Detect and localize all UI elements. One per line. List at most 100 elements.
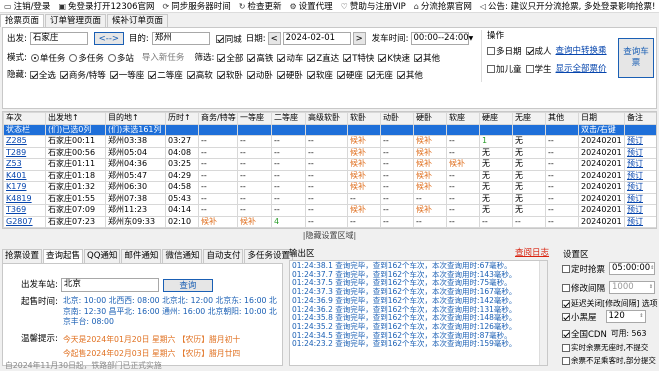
modify-interval-checkbox[interactable]: 修改间隔 [562, 282, 605, 294]
table-cell[interactable]: 预订 [624, 204, 656, 217]
blackroom-checkbox[interactable]: 小黑屋 [562, 311, 597, 323]
delay-close-checkbox[interactable]: 延迟关闭[修改间隔] 选项 [562, 298, 658, 309]
tab-multitask-settings[interactable]: 多任务设置 [244, 249, 293, 263]
mode-multistation-radio[interactable]: 多站 [107, 52, 134, 64]
column-header[interactable]: 无座 [512, 112, 546, 125]
column-header[interactable]: 备注 [624, 112, 656, 125]
query-tickets-button[interactable]: 查询车票 [618, 38, 654, 78]
table-row[interactable]: Z285 石家庄00:11 郑州03:38 03:27 -- -- -- -- 候补 -- 候补 --… [3, 135, 656, 148]
hide-dongwo-checkbox[interactable]: 动卧 [246, 69, 273, 81]
hide-first-checkbox[interactable]: 一等座 [109, 69, 144, 81]
hide-business-checkbox[interactable]: 商务/特等 [59, 69, 106, 81]
table-cell[interactable]: 状态栏 [3, 123, 46, 136]
column-header[interactable]: 软座 [446, 112, 480, 125]
table-cell[interactable]: K179 [3, 181, 46, 194]
table-row[interactable]: T369 石家庄07:09 郑州11:23 04:14 -- -- -- -- 候补 -- 候补 --… [3, 204, 656, 217]
tab-query-sale[interactable]: 查询起售 [43, 249, 84, 263]
menu-item-2[interactable]: ⟳ 同步服务器时间 [163, 0, 231, 13]
filter-all-checkbox[interactable]: 全部 [217, 52, 243, 64]
swap-stations-button[interactable]: <--> [93, 32, 124, 45]
from-station-input[interactable]: 石家庄 [29, 32, 88, 45]
column-header[interactable]: 商务/特等 [198, 112, 238, 125]
mode-multi-radio[interactable]: 多任务 [69, 52, 104, 64]
column-header[interactable]: 历时↑ [165, 112, 199, 125]
table-cell[interactable]: 预订 [624, 215, 656, 228]
column-header[interactable]: 软卧 [347, 112, 381, 125]
table-row[interactable]: K179 石家庄01:32 郑州06:30 04:58 -- -- -- -- 候补 -- 候补 --… [3, 181, 656, 194]
table-cell[interactable]: 预订 [624, 135, 656, 148]
table-row[interactable]: 状态栏 (们)已选0列 (们)未选161列 双击/右键 [3, 123, 656, 136]
table-cell[interactable]: K4819 [3, 192, 46, 205]
national-cdn-checkbox[interactable]: 全国CDN [562, 328, 607, 340]
table-cell[interactable]: 预订 [624, 146, 656, 159]
tab-qq-notify[interactable]: QQ通知 [84, 249, 121, 263]
table-cell[interactable]: 预订 [624, 192, 656, 205]
departure-time-select[interactable]: 00:00--24:00 ▼ [410, 32, 473, 45]
column-header[interactable]: 二等座 [271, 112, 306, 125]
column-header[interactable]: 日期 [578, 112, 625, 125]
table-row[interactable]: Z53 石家庄01:11 郑州04:36 03:25 -- -- -- -- 候补 -- 候补 候补无… [3, 158, 656, 171]
child-checkbox[interactable]: 加儿童 [487, 63, 522, 75]
menu-item-6[interactable]: ⌂ 分流抢票官网 [414, 0, 472, 13]
menu-item-5[interactable]: ♡ 赞助与注册VIP [341, 0, 406, 13]
hide-hardseat-checkbox[interactable]: 硬座 [336, 69, 363, 81]
column-header[interactable]: 一等座 [237, 112, 272, 125]
column-header[interactable]: 目的地↑ [105, 112, 166, 125]
hide-softsleeper-checkbox[interactable]: 软卧 [216, 69, 243, 81]
query-transfer-link[interactable]: 查询中转换乘 [556, 45, 607, 57]
import-task-link[interactable]: 导入新任务 [142, 52, 185, 64]
output-log[interactable]: 01:24:38.1 查询完毕，查到162个车次，本次查询用时:67毫秒。 01:… [289, 260, 548, 366]
prev-date-button[interactable]: < [267, 32, 281, 45]
table-row[interactable]: K401 石家庄01:18 郑州05:47 04:29 -- -- -- -- 候补 -- 候补 --… [3, 169, 656, 182]
column-header[interactable]: 高级软卧 [305, 112, 348, 125]
hide-second-checkbox[interactable]: 二等座 [148, 69, 183, 81]
hide-hardsleeper-checkbox[interactable]: 硬卧 [276, 69, 303, 81]
tab-wechat-notify[interactable]: 微信通知 [162, 249, 203, 263]
tab-order-management[interactable]: 订单管理页面 [45, 14, 107, 27]
filter-dongche-checkbox[interactable]: 动车 [277, 52, 303, 64]
column-header[interactable]: 硬卧 [413, 112, 447, 125]
table-cell[interactable]: Z285 [3, 135, 46, 148]
output-scrollbar[interactable] [539, 261, 547, 365]
table-row[interactable]: G2807 石家庄07:23 郑州东09:33 02:10 候补 候补 4 -- -- -- -- -… [3, 215, 656, 228]
table-cell[interactable]: G2807 [3, 215, 46, 228]
tab-grab-tickets[interactable]: 抢票页面 [0, 14, 45, 27]
table-cell[interactable] [624, 123, 656, 136]
column-header[interactable]: 车次 [3, 112, 46, 125]
table-cell[interactable]: 预订 [624, 181, 656, 194]
hide-softseat-checkbox[interactable]: 软座 [306, 69, 333, 81]
menu-item-4[interactable]: ⚙ 设置代理 [289, 0, 332, 13]
mode-single-radio[interactable]: 单任务 [30, 52, 65, 64]
hide-settings-toggle[interactable]: |隐藏设置区域| [2, 231, 657, 241]
menu-item-0[interactable]: ▭ 注销/登录 [4, 0, 50, 13]
table-cell[interactable]: K401 [3, 169, 46, 182]
show-all-prices-link[interactable]: 显示全部票价 [556, 63, 607, 75]
same-city-checkbox[interactable]: 同城 [215, 33, 242, 45]
sale-station-input[interactable]: 北京 [60, 278, 159, 292]
menu-item-1[interactable]: ▣ 免登录打开12306官网 [58, 0, 154, 13]
column-header[interactable]: 动卧 [380, 112, 414, 125]
column-header[interactable]: 出发地↑ [45, 112, 106, 125]
column-header[interactable]: 其他 [545, 112, 579, 125]
tab-grab-settings[interactable]: 抢票设置 [2, 249, 43, 263]
table-row[interactable]: T289 石家庄00:56 郑州05:04 04:08 -- -- -- -- 候补 -- 候补 --… [3, 146, 656, 159]
date-input[interactable]: 2024-02-01 [282, 32, 351, 45]
next-date-button[interactable]: > [352, 32, 366, 45]
view-log-link[interactable]: 查阅日志 [515, 247, 549, 259]
menu-item-7[interactable]: ◁ 公告: 建议只开分流抢票, 多处登录影响抢票! [480, 0, 656, 13]
multi-date-checkbox[interactable]: 多日期 [487, 45, 522, 57]
tab-auto-pay[interactable]: 自动支付 [203, 249, 244, 263]
filter-z-checkbox[interactable]: Z直达 [307, 52, 339, 64]
filter-k-checkbox[interactable]: K快速 [378, 52, 410, 64]
table-cell[interactable]: T289 [3, 146, 46, 159]
student-checkbox[interactable]: 学生 [525, 63, 552, 75]
sale-query-button[interactable]: 查询 [162, 278, 213, 292]
filter-other-checkbox[interactable]: 其他 [413, 52, 440, 64]
timed-grab-input[interactable]: 05:00:00 ⇕ [609, 262, 656, 275]
adult-checkbox[interactable]: 成人 [525, 45, 552, 57]
table-cell[interactable]: 预订 [624, 158, 656, 171]
hide-noseat-checkbox[interactable]: 无座 [366, 69, 393, 81]
interval-input[interactable]: 1000 ⇕ [609, 281, 656, 294]
table-cell[interactable]: 预订 [624, 169, 656, 182]
tab-waitlist-orders[interactable]: 候补订单页面 [107, 14, 169, 27]
